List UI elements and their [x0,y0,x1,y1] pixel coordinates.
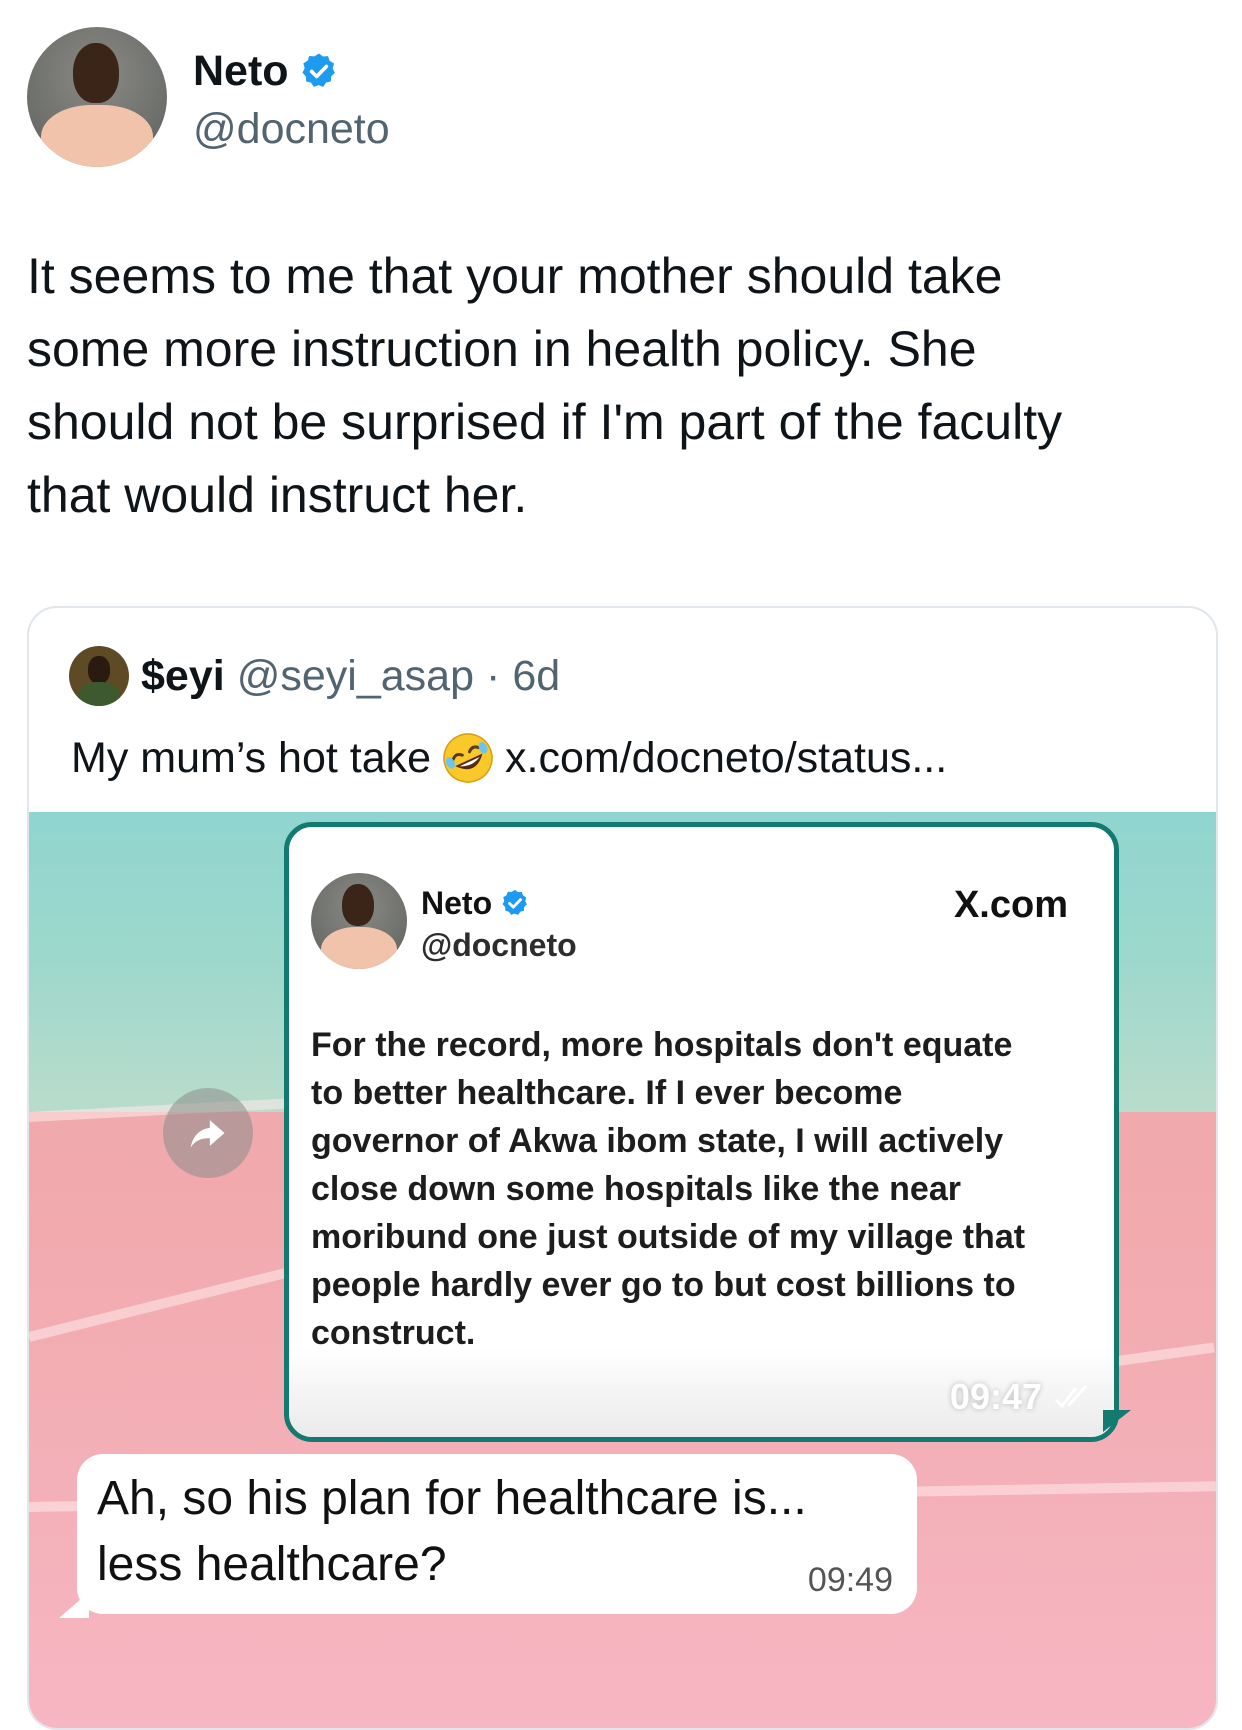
reply-message-text: Ah, so his plan for healthcare is... les… [97,1472,807,1591]
shared-post-timestamp: 09:47 [950,1375,1092,1419]
tweet-author[interactable]: Neto @docneto [27,27,627,167]
reply-message-bubble[interactable]: Ah, so his plan for healthcare is... les… [77,1454,917,1614]
shared-post-card[interactable]: Neto @docneto X.com For the record, more… [284,822,1119,1442]
shared-post-avatar [311,873,407,969]
tweet-text: It seems to me that your mother should t… [27,248,1063,523]
quoted-author-handle[interactable]: @seyi_asap [237,646,474,706]
author-avatar[interactable] [27,27,167,167]
author-name[interactable]: Neto [193,45,289,97]
shared-post-bubble-tail [1103,1410,1131,1432]
author-handle[interactable]: @docneto [193,103,390,155]
share-arrow-glyph [190,1120,225,1148]
rolling-on-floor-laughing-emoji-icon [443,733,493,783]
share-arrow-icon[interactable] [163,1088,253,1178]
quoted-author-avatar[interactable] [69,646,129,706]
separator-dot: · [485,652,501,700]
quoted-tweet-text: My mum’s hot take x.com/docneto/status..… [71,728,947,788]
verified-badge-icon [502,889,527,915]
quoted-tweet-card[interactable]: $eyi @seyi_asap · 6d My mum’s hot take x… [27,606,1218,1730]
quoted-tweet-time[interactable]: 6d [512,646,560,706]
quoted-tweet-header: $eyi @seyi_asap · 6d [69,646,560,706]
shared-post-text: For the record, more hospitals don't equ… [311,1026,1026,1352]
reply-message-time: 09:49 [807,1561,893,1599]
shared-post-name-row: Neto [421,883,530,923]
double-check-icon [1054,1384,1088,1409]
verified-badge-icon [302,53,335,87]
shared-post-time: 09:47 [949,1376,1042,1417]
shared-post-handle: @docneto [421,927,577,963]
quoted-tweet-caption: My mum’s hot take [71,734,432,782]
quoted-tweet-link[interactable]: x.com/docneto/status... [505,728,947,788]
author-name-row[interactable]: Neto [193,45,339,97]
quoted-tweet-media[interactable]: Neto @docneto X.com For the record, more… [29,812,1216,1728]
shared-post-brand: X.com [953,884,1068,926]
shared-post-name: Neto [421,885,493,921]
quoted-author-name[interactable]: $eyi [141,646,225,706]
